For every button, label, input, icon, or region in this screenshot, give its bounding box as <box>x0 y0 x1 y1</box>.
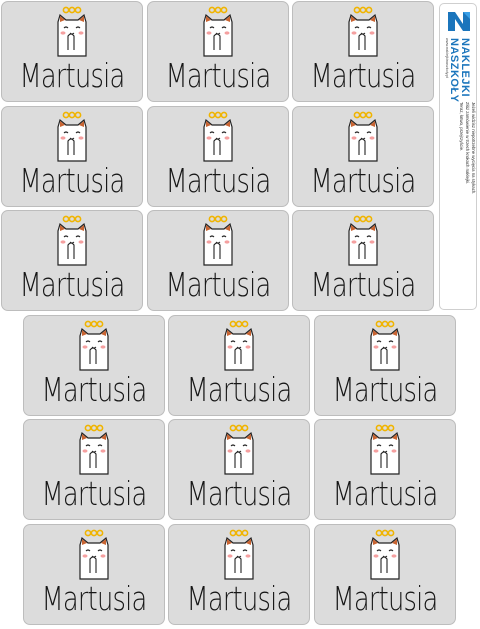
cat-illustration-icon <box>365 320 405 372</box>
cat-illustration-icon <box>74 424 114 476</box>
sticker-name-label: Martusia <box>19 161 125 200</box>
sticker-name-label: Martusia <box>310 161 416 200</box>
sticker-name-label: Martusia <box>41 474 147 513</box>
sticker-name-label: Martusia <box>332 579 438 618</box>
cat-illustration-icon <box>52 111 92 163</box>
cat-illustration-icon <box>198 215 238 267</box>
brand-panel: NAKLEJKI NASZKOŁY Jeżeli widzisz niepotr… <box>439 3 477 310</box>
sticker-name-label: Martusia <box>332 474 438 513</box>
cat-illustration-icon <box>74 529 114 581</box>
name-sticker: Martusia <box>292 1 434 102</box>
cat-illustration-icon <box>219 424 259 476</box>
cat-illustration-icon <box>74 320 114 372</box>
description-line3: Teraz, łatwo, przejrzyście. <box>459 102 464 152</box>
cat-illustration-icon <box>219 529 259 581</box>
name-sticker: Martusia <box>168 524 310 625</box>
sticker-sheet: Martusia Martusia Martusia Martusia Mart… <box>0 0 480 629</box>
cat-illustration-icon <box>198 6 238 58</box>
name-sticker: Martusia <box>168 419 310 520</box>
cat-illustration-icon <box>219 320 259 372</box>
description-line1: Jeżeli widzisz niepotrzebne wycięcia na … <box>471 102 476 195</box>
sticker-name-label: Martusia <box>19 56 125 95</box>
sticker-name-label: Martusia <box>186 579 292 618</box>
name-sticker: Martusia <box>147 106 289 207</box>
sticker-name-label: Martusia <box>41 370 147 409</box>
name-sticker: Martusia <box>23 315 165 416</box>
cat-illustration-icon <box>365 424 405 476</box>
n-logo-icon <box>448 12 470 31</box>
name-sticker: Martusia <box>168 315 310 416</box>
cat-illustration-icon <box>343 6 383 58</box>
name-sticker: Martusia <box>314 524 456 625</box>
sticker-name-label: Martusia <box>165 161 271 200</box>
cat-illustration-icon <box>198 111 238 163</box>
brand-name-line1: NAKLEJKI <box>459 38 471 98</box>
description-line2: Złóż zamówienie w trzech krokach naklejk… <box>465 102 470 185</box>
name-sticker: Martusia <box>147 1 289 102</box>
name-sticker: Martusia <box>1 1 143 102</box>
name-sticker: Martusia <box>147 210 289 311</box>
name-sticker: Martusia <box>314 419 456 520</box>
name-sticker: Martusia <box>23 419 165 520</box>
sticker-name-label: Martusia <box>332 370 438 409</box>
name-sticker: Martusia <box>314 315 456 416</box>
sticker-name-label: Martusia <box>165 56 271 95</box>
name-sticker: Martusia <box>1 210 143 311</box>
sticker-name-label: Martusia <box>19 265 125 304</box>
sticker-name-label: Martusia <box>41 579 147 618</box>
sticker-name-label: Martusia <box>186 370 292 409</box>
name-sticker: Martusia <box>292 210 434 311</box>
cat-illustration-icon <box>343 111 383 163</box>
name-sticker: Martusia <box>292 106 434 207</box>
cat-illustration-icon <box>52 6 92 58</box>
cat-illustration-icon <box>343 215 383 267</box>
cat-illustration-icon <box>52 215 92 267</box>
website-url: www.naklejkinaszkoly.pl <box>445 38 449 79</box>
name-sticker: Martusia <box>1 106 143 207</box>
brand-name-line2: NASZKOŁY <box>448 38 460 103</box>
sticker-name-label: Martusia <box>186 474 292 513</box>
sticker-name-label: Martusia <box>310 56 416 95</box>
sticker-name-label: Martusia <box>165 265 271 304</box>
name-sticker: Martusia <box>23 524 165 625</box>
cat-illustration-icon <box>365 529 405 581</box>
sticker-name-label: Martusia <box>310 265 416 304</box>
